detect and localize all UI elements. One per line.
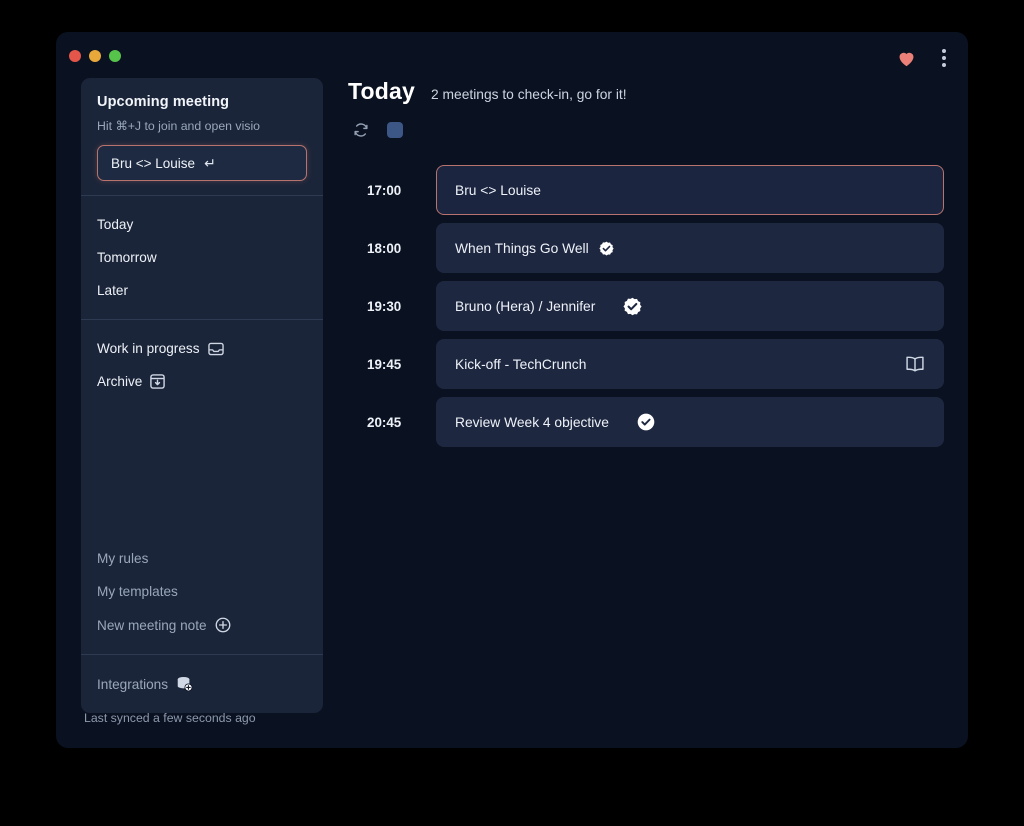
meeting-name: Kick-off - TechCrunch <box>455 356 587 372</box>
page-subtitle: 2 meetings to check-in, go for it! <box>431 87 627 102</box>
verified-check-icon <box>637 413 655 431</box>
sidebar-item-label: My templates <box>97 584 178 599</box>
sidebar-item-label: Integrations <box>97 676 169 692</box>
title-bar <box>56 32 968 80</box>
sidebar-item-label: My rules <box>97 551 149 566</box>
meeting-card[interactable]: Bruno (Hera) / Jennifer <box>436 281 944 331</box>
meeting-name: Bruno (Hera) / Jennifer <box>455 298 596 314</box>
sidebar-item-integrations[interactable]: Integrations <box>81 667 323 701</box>
sidebar-item-label: Today <box>97 217 134 232</box>
upcoming-meeting-hint: Hit ⌘+J to join and open visio <box>97 119 261 133</box>
open-book-icon[interactable] <box>905 355 925 373</box>
sidebar-item-my-templates[interactable]: My templates <box>81 575 323 608</box>
integrations-database-icon <box>176 676 193 692</box>
upcoming-meeting-input[interactable]: Bru <> Louise ↵ <box>97 145 307 181</box>
traffic-lights <box>69 50 121 62</box>
app-window: Upcoming meeting Hit ⌘+J to join and ope… <box>56 32 968 748</box>
sync-status-text: Last synced a few seconds ago <box>84 711 256 725</box>
meeting-list: 17:00 Bru <> Louise 18:00 When Things Go… <box>348 165 944 447</box>
meeting-card[interactable]: When Things Go Well <box>436 223 944 273</box>
sidebar-item-label: Archive <box>97 374 143 389</box>
main-toolbar <box>348 121 944 139</box>
sidebar-item-label: Later <box>97 283 128 298</box>
meeting-card-selected[interactable]: Bru <> Louise <box>436 165 944 215</box>
sidebar-item-label: Tomorrow <box>97 250 157 265</box>
kebab-menu-icon[interactable] <box>936 45 952 71</box>
meeting-name: When Things Go Well <box>455 240 589 256</box>
sidebar-nav-primary: Today Tomorrow Later <box>81 196 323 319</box>
sidebar-item-new-meeting-note[interactable]: New meeting note <box>81 608 323 642</box>
sidebar-item-tomorrow[interactable]: Tomorrow <box>81 241 323 274</box>
sidebar-item-my-rules[interactable]: My rules <box>81 542 323 575</box>
table-row: 20:45 Review Week 4 objective <box>348 397 944 447</box>
sidebar-item-today[interactable]: Today <box>81 208 323 241</box>
meeting-time: 19:45 <box>367 356 402 372</box>
meeting-name: Bru <> Louise <box>455 182 541 198</box>
sidebar-item-label: Work in progress <box>97 341 200 356</box>
upcoming-meeting-section: Upcoming meeting Hit ⌘+J to join and ope… <box>81 78 323 181</box>
sidebar-item-later[interactable]: Later <box>81 274 323 307</box>
verified-check-icon <box>623 297 642 316</box>
archive-box-icon <box>150 374 166 389</box>
meeting-time: 18:00 <box>367 240 402 256</box>
page-title: Today <box>348 78 416 104</box>
table-row: 19:45 Kick-off - TechCrunch <box>348 339 944 389</box>
inbox-tray-icon <box>207 342 224 356</box>
main-content: Today 2 meetings to check-in, go for it!… <box>348 78 944 455</box>
minimize-window-button[interactable] <box>89 50 101 62</box>
sidebar-item-work-in-progress[interactable]: Work in progress <box>81 332 323 365</box>
blue-square-button[interactable] <box>387 122 403 138</box>
table-row: 19:30 Bruno (Hera) / Jennifer <box>348 281 944 331</box>
sidebar-nav-footer: Integrations <box>81 655 323 713</box>
table-row: 17:00 Bru <> Louise <box>348 165 944 215</box>
meeting-name: Review Week 4 objective <box>455 414 609 430</box>
sidebar-nav-secondary: Work in progress Archive <box>81 320 323 410</box>
enter-key-icon: ↵ <box>204 154 216 171</box>
main-header: Today 2 meetings to check-in, go for it! <box>348 78 944 105</box>
sidebar-nav-tertiary: My rules My templates New meeting note <box>81 530 323 654</box>
zoom-window-button[interactable] <box>109 50 121 62</box>
meeting-card[interactable]: Review Week 4 objective <box>436 397 944 447</box>
sidebar-item-label: New meeting note <box>97 617 207 633</box>
refresh-sync-icon[interactable] <box>352 121 370 139</box>
sidebar-item-archive[interactable]: Archive <box>81 365 323 398</box>
meeting-time: 20:45 <box>367 414 402 430</box>
heart-icon[interactable] <box>897 50 916 67</box>
table-row: 18:00 When Things Go Well <box>348 223 944 273</box>
upcoming-meeting-title: Upcoming meeting <box>97 94 230 110</box>
title-bar-actions <box>897 45 952 71</box>
close-window-button[interactable] <box>69 50 81 62</box>
meeting-time: 19:30 <box>367 298 402 314</box>
meeting-time: 17:00 <box>367 182 402 198</box>
plus-circle-icon <box>215 617 231 633</box>
upcoming-meeting-value: Bru <> Louise <box>111 155 196 171</box>
meeting-card[interactable]: Kick-off - TechCrunch <box>436 339 944 389</box>
sidebar: Upcoming meeting Hit ⌘+J to join and ope… <box>81 78 323 713</box>
verified-check-icon <box>599 241 614 256</box>
